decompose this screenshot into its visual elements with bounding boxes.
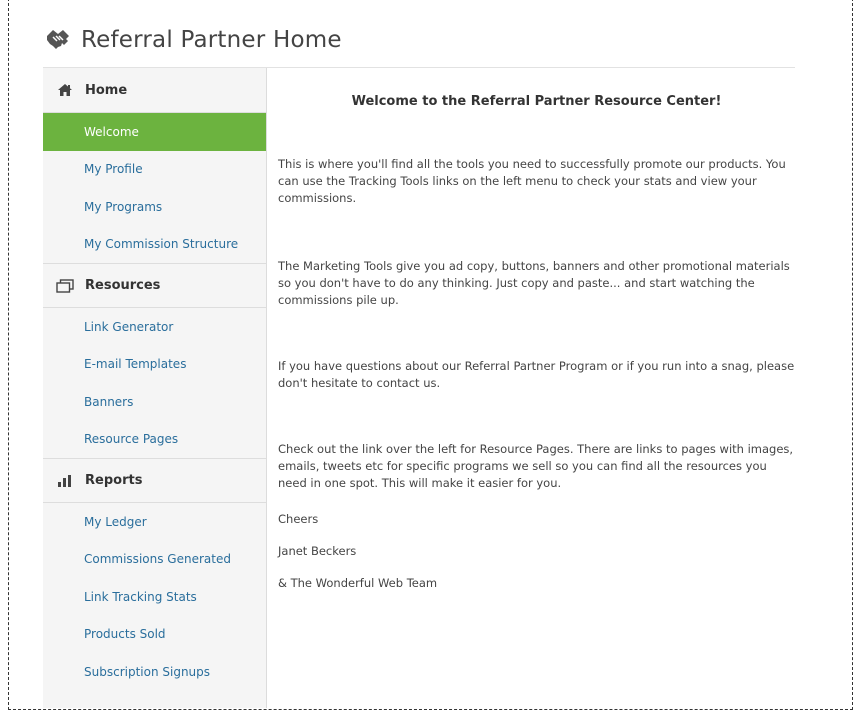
section-label-home: Home [85,82,128,98]
signature-name: Janet Beckers [278,544,357,558]
section-header-reports[interactable]: Reports [43,458,266,503]
section-header-resources[interactable]: Resources [43,263,266,308]
signature-team: & The Wonderful Web Team [278,576,438,590]
section-header-home[interactable]: Home [43,68,266,113]
sidebar-item-link-tracking-stats[interactable]: Link Tracking Stats [43,578,266,616]
handshake-icon [43,26,73,54]
resource-pages-paragraph: Check out the link over the left for Res… [278,442,794,490]
sidebar-item-my-programs[interactable]: My Programs [43,188,266,226]
page-title: Referral Partner Home [81,27,342,53]
intro-paragraph: This is where you'll find all the tools … [278,157,786,205]
marketing-tools-paragraph: The Marketing Tools give you ad copy, bu… [278,259,790,307]
sidebar-item-resource-pages[interactable]: Resource Pages [43,421,266,459]
windows-icon [53,276,77,296]
sidebar-item-my-commission-structure[interactable]: My Commission Structure [43,226,266,264]
sidebar-item-commissions-generated[interactable]: Commissions Generated [43,541,266,579]
sidebar-item-my-ledger[interactable]: My Ledger [43,503,266,541]
sidebar-item-welcome[interactable]: Welcome [43,113,266,151]
sidebar: Home Welcome My Profile My Programs My C… [43,68,267,708]
sidebar-item-email-templates[interactable]: E-mail Templates [43,346,266,384]
sidebar-item-subscription-signups[interactable]: Subscription Signups [43,653,266,691]
section-label-resources: Resources [85,278,161,293]
closing-cheers: Cheers [278,512,319,526]
home-icon [53,80,77,100]
sidebar-item-products-sold[interactable]: Products Sold [43,616,266,654]
sidebar-item-banners[interactable]: Banners [43,383,266,421]
sidebar-item-link-generator[interactable]: Link Generator [43,308,266,346]
section-label-reports: Reports [85,473,143,488]
questions-paragraph: If you have questions about our Referral… [278,359,795,390]
sidebar-item-my-profile[interactable]: My Profile [43,151,266,189]
page-header: Referral Partner Home [43,20,342,60]
welcome-heading: Welcome to the Referral Partner Resource… [351,94,722,109]
bar-chart-icon [53,471,77,491]
